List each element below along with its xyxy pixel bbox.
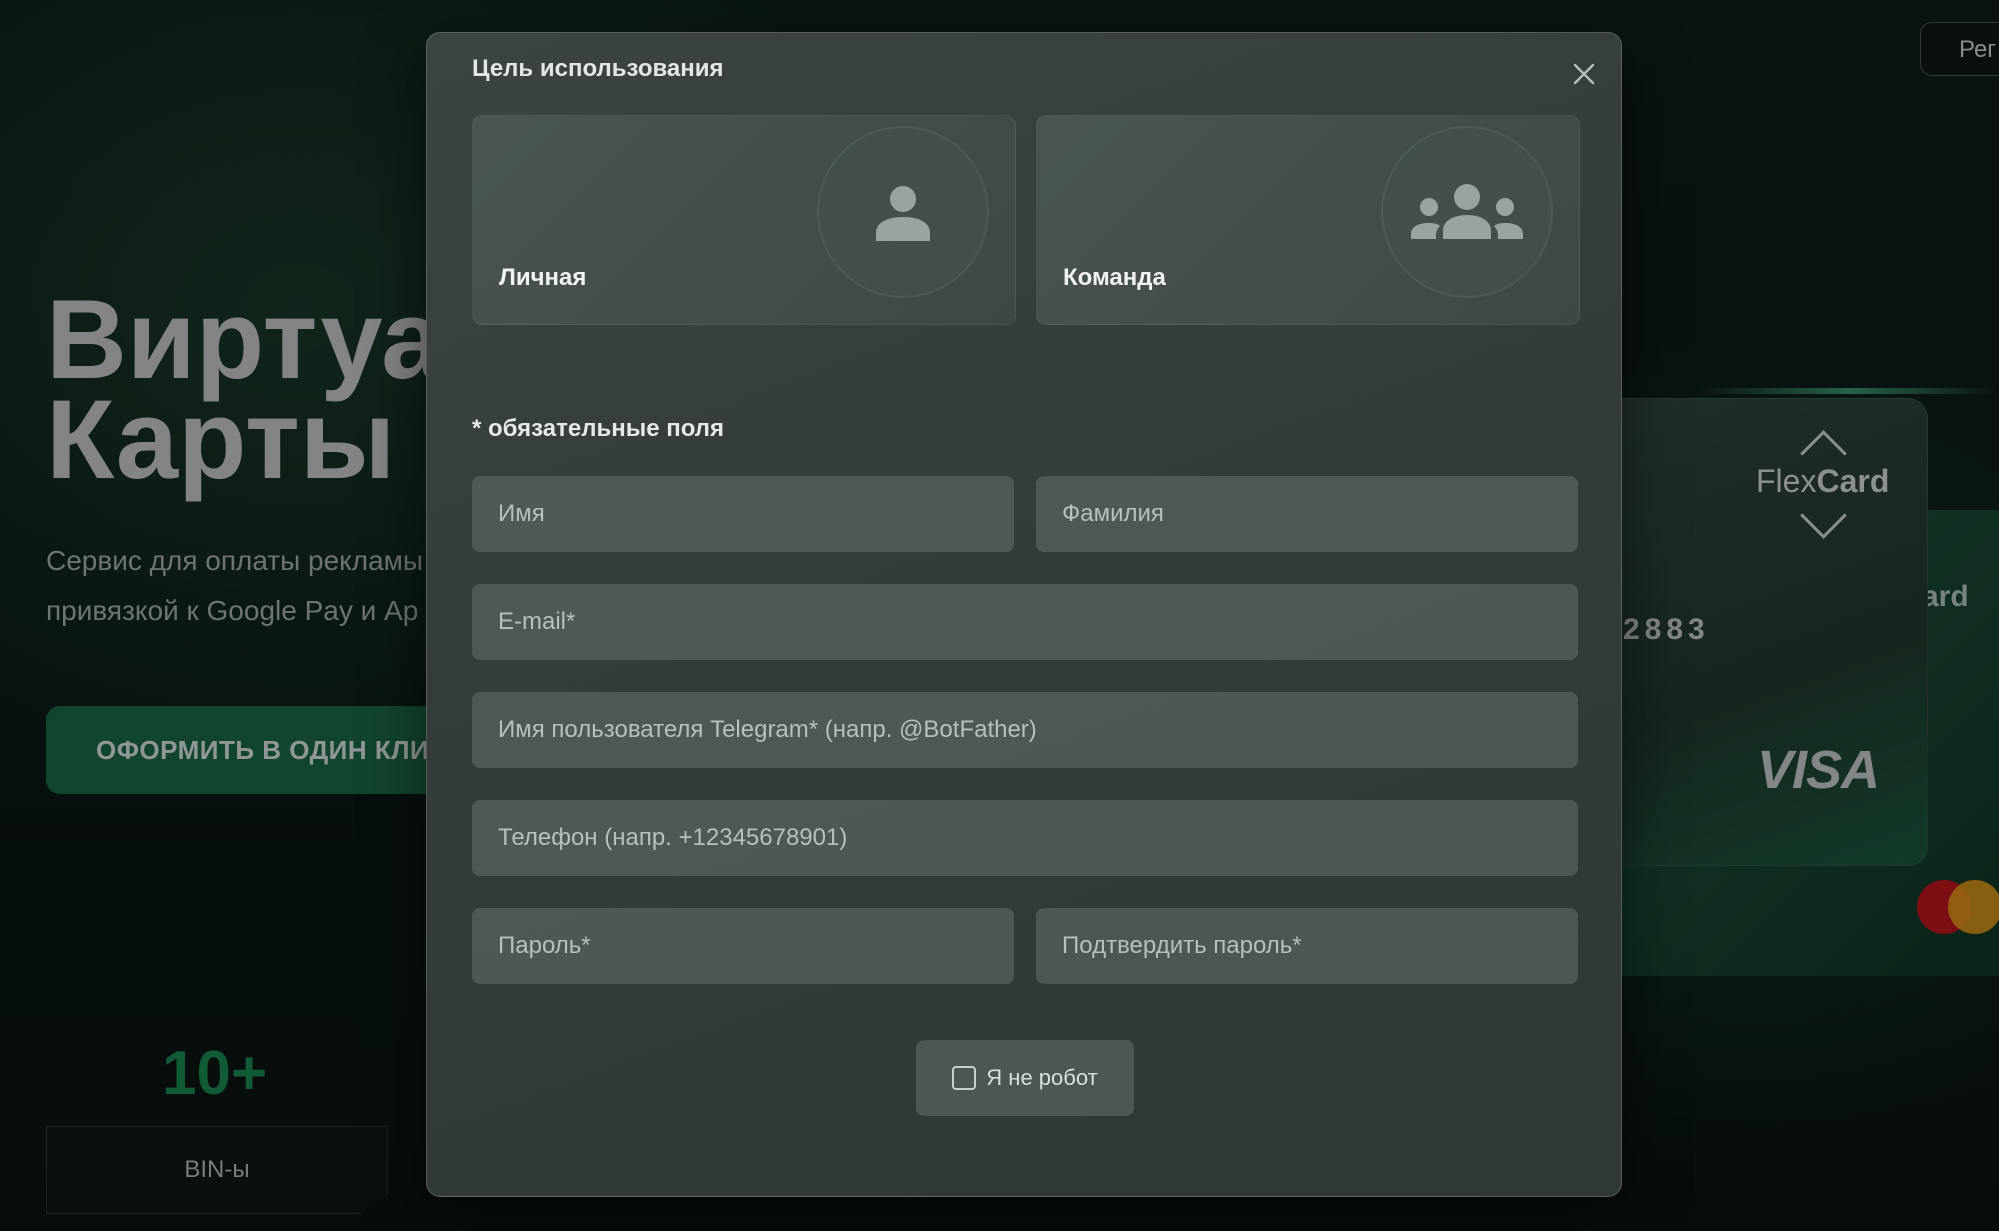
telegram-username-field[interactable] bbox=[472, 692, 1578, 768]
phone-field[interactable] bbox=[472, 800, 1578, 876]
first-name-field[interactable] bbox=[472, 476, 1014, 552]
close-icon bbox=[1573, 63, 1595, 85]
option-team-label: Команда bbox=[1063, 264, 1166, 291]
modal-title: Цель использования bbox=[472, 55, 724, 82]
option-personal-circle bbox=[817, 126, 989, 298]
confirm-password-field[interactable] bbox=[1036, 908, 1578, 984]
required-fields-note: * обязательные поля bbox=[472, 415, 725, 442]
users-group-icon bbox=[1411, 184, 1523, 239]
option-personal[interactable]: Личная bbox=[472, 115, 1016, 325]
registration-modal: Цель использования Личная Команда * обяз… bbox=[426, 32, 1622, 1197]
captcha-label: Я не робот bbox=[986, 1065, 1098, 1090]
option-team-circle bbox=[1381, 126, 1553, 298]
close-button[interactable] bbox=[1567, 57, 1601, 91]
captcha-checkbox[interactable]: Я не робот bbox=[916, 1040, 1134, 1116]
last-name-field[interactable] bbox=[1036, 476, 1578, 552]
password-field[interactable] bbox=[472, 908, 1014, 984]
user-icon bbox=[876, 186, 930, 241]
option-team[interactable]: Команда bbox=[1036, 115, 1580, 325]
email-field[interactable] bbox=[472, 584, 1578, 660]
option-personal-label: Личная bbox=[499, 264, 587, 291]
checkbox-icon[interactable] bbox=[952, 1066, 977, 1090]
